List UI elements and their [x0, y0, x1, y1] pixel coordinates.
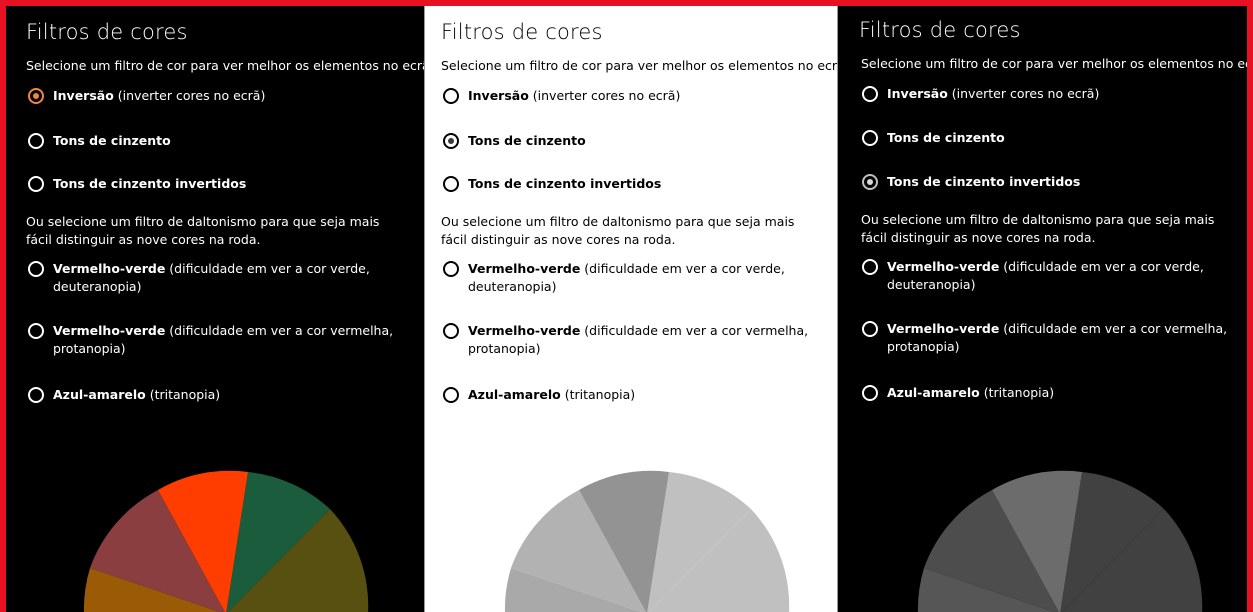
option-label: Vermelho-verde (dificuldade em ver a cor…: [887, 259, 1204, 292]
radio-button[interactable]: [28, 323, 44, 339]
radio-option-tritanopia[interactable]: Azul-amarelo (tritanopia): [443, 387, 823, 404]
radio-button[interactable]: [862, 321, 878, 337]
option-label: Azul-amarelo (tritanopia): [53, 387, 221, 402]
option-label: Inversão (inverter cores no ecrã): [887, 86, 1100, 101]
radio-button[interactable]: [28, 88, 44, 104]
option-label: Tons de cinzento invertidos: [887, 174, 1081, 189]
radio-button[interactable]: [862, 259, 878, 275]
radio-option-tons-invertidos[interactable]: Tons de cinzento invertidos: [443, 176, 823, 193]
radio-option-inversao[interactable]: Inversão (inverter cores no ecrã): [443, 88, 823, 105]
color-wheel: [917, 470, 1203, 612]
colorblind-description: Ou selecione um filtro de daltonismo par…: [441, 214, 795, 247]
radio-option-tons-de-cinzento[interactable]: Tons de cinzento: [28, 133, 408, 150]
radio-button[interactable]: [443, 133, 459, 149]
radio-button[interactable]: [28, 387, 44, 403]
radio-button[interactable]: [862, 86, 878, 102]
page-title: Filtros de cores: [441, 20, 603, 44]
radio-button[interactable]: [443, 261, 459, 277]
page-title: Filtros de cores: [26, 20, 188, 44]
option-label: Tons de cinzento: [53, 133, 171, 148]
radio-option-tons-invertidos[interactable]: Tons de cinzento invertidos: [28, 176, 408, 193]
radio-option-tritanopia[interactable]: Azul-amarelo (tritanopia): [862, 385, 1242, 402]
radio-option-inversao[interactable]: Inversão (inverter cores no ecrã): [28, 88, 408, 105]
option-label: Tons de cinzento: [887, 130, 1005, 145]
option-label: Vermelho-verde (dificuldade em ver a cor…: [53, 323, 394, 356]
option-label: Tons de cinzento invertidos: [468, 176, 662, 191]
radio-button[interactable]: [443, 323, 459, 339]
panel-inverted-grayscale: Filtros de cores Selecione um filtro de …: [838, 6, 1247, 612]
radio-option-tons-de-cinzento[interactable]: Tons de cinzento: [443, 133, 823, 150]
radio-option-protanopia[interactable]: Vermelho-verde (dificuldade em ver a cor…: [443, 323, 823, 358]
option-label: Vermelho-verde (dificuldade em ver a cor…: [468, 261, 785, 294]
option-label: Tons de cinzento: [468, 133, 586, 148]
color-wheel: [83, 470, 369, 612]
radio-option-deuteranopia[interactable]: Vermelho-verde (dificuldade em ver a cor…: [862, 259, 1242, 294]
radio-button[interactable]: [443, 176, 459, 192]
option-label: Azul-amarelo (tritanopia): [468, 387, 636, 402]
radio-button[interactable]: [28, 261, 44, 277]
radio-option-tons-de-cinzento[interactable]: Tons de cinzento: [862, 130, 1242, 147]
colorblind-description: Ou selecione um filtro de daltonismo par…: [861, 212, 1215, 245]
option-label: Vermelho-verde (dificuldade em ver a cor…: [468, 323, 809, 356]
radio-option-tons-invertidos[interactable]: Tons de cinzento invertidos: [862, 174, 1242, 191]
radio-button[interactable]: [443, 88, 459, 104]
radio-option-deuteranopia[interactable]: Vermelho-verde (dificuldade em ver a cor…: [443, 261, 823, 296]
color-wheel: [504, 470, 790, 612]
panel-inversion: Filtros de cores Selecione um filtro de …: [6, 6, 424, 612]
filter-description: Selecione um filtro de cor para ver melh…: [26, 58, 424, 73]
radio-option-deuteranopia[interactable]: Vermelho-verde (dificuldade em ver a cor…: [28, 261, 408, 296]
radio-option-tritanopia[interactable]: Azul-amarelo (tritanopia): [28, 387, 408, 404]
option-label: Vermelho-verde (dificuldade em ver a cor…: [53, 261, 370, 294]
option-label: Inversão (inverter cores no ecrã): [468, 88, 681, 103]
radio-option-inversao[interactable]: Inversão (inverter cores no ecrã): [862, 86, 1242, 103]
radio-button[interactable]: [443, 387, 459, 403]
option-label: Vermelho-verde (dificuldade em ver a cor…: [887, 321, 1228, 354]
option-label: Tons de cinzento invertidos: [53, 176, 247, 191]
radio-button[interactable]: [862, 130, 878, 146]
radio-button[interactable]: [28, 176, 44, 192]
filter-description: Selecione um filtro de cor para ver melh…: [441, 58, 838, 73]
panel-grayscale: Filtros de cores Selecione um filtro de …: [424, 6, 838, 612]
radio-button[interactable]: [862, 174, 878, 190]
page-title: Filtros de cores: [859, 18, 1021, 42]
filter-description: Selecione um filtro de cor para ver melh…: [861, 56, 1247, 71]
option-label: Azul-amarelo (tritanopia): [887, 385, 1055, 400]
colorblind-description: Ou selecione um filtro de daltonismo par…: [26, 214, 380, 247]
radio-button[interactable]: [28, 133, 44, 149]
radio-option-protanopia[interactable]: Vermelho-verde (dificuldade em ver a cor…: [862, 321, 1242, 356]
radio-option-protanopia[interactable]: Vermelho-verde (dificuldade em ver a cor…: [28, 323, 408, 358]
radio-button[interactable]: [862, 385, 878, 401]
option-label: Inversão (inverter cores no ecrã): [53, 88, 266, 103]
